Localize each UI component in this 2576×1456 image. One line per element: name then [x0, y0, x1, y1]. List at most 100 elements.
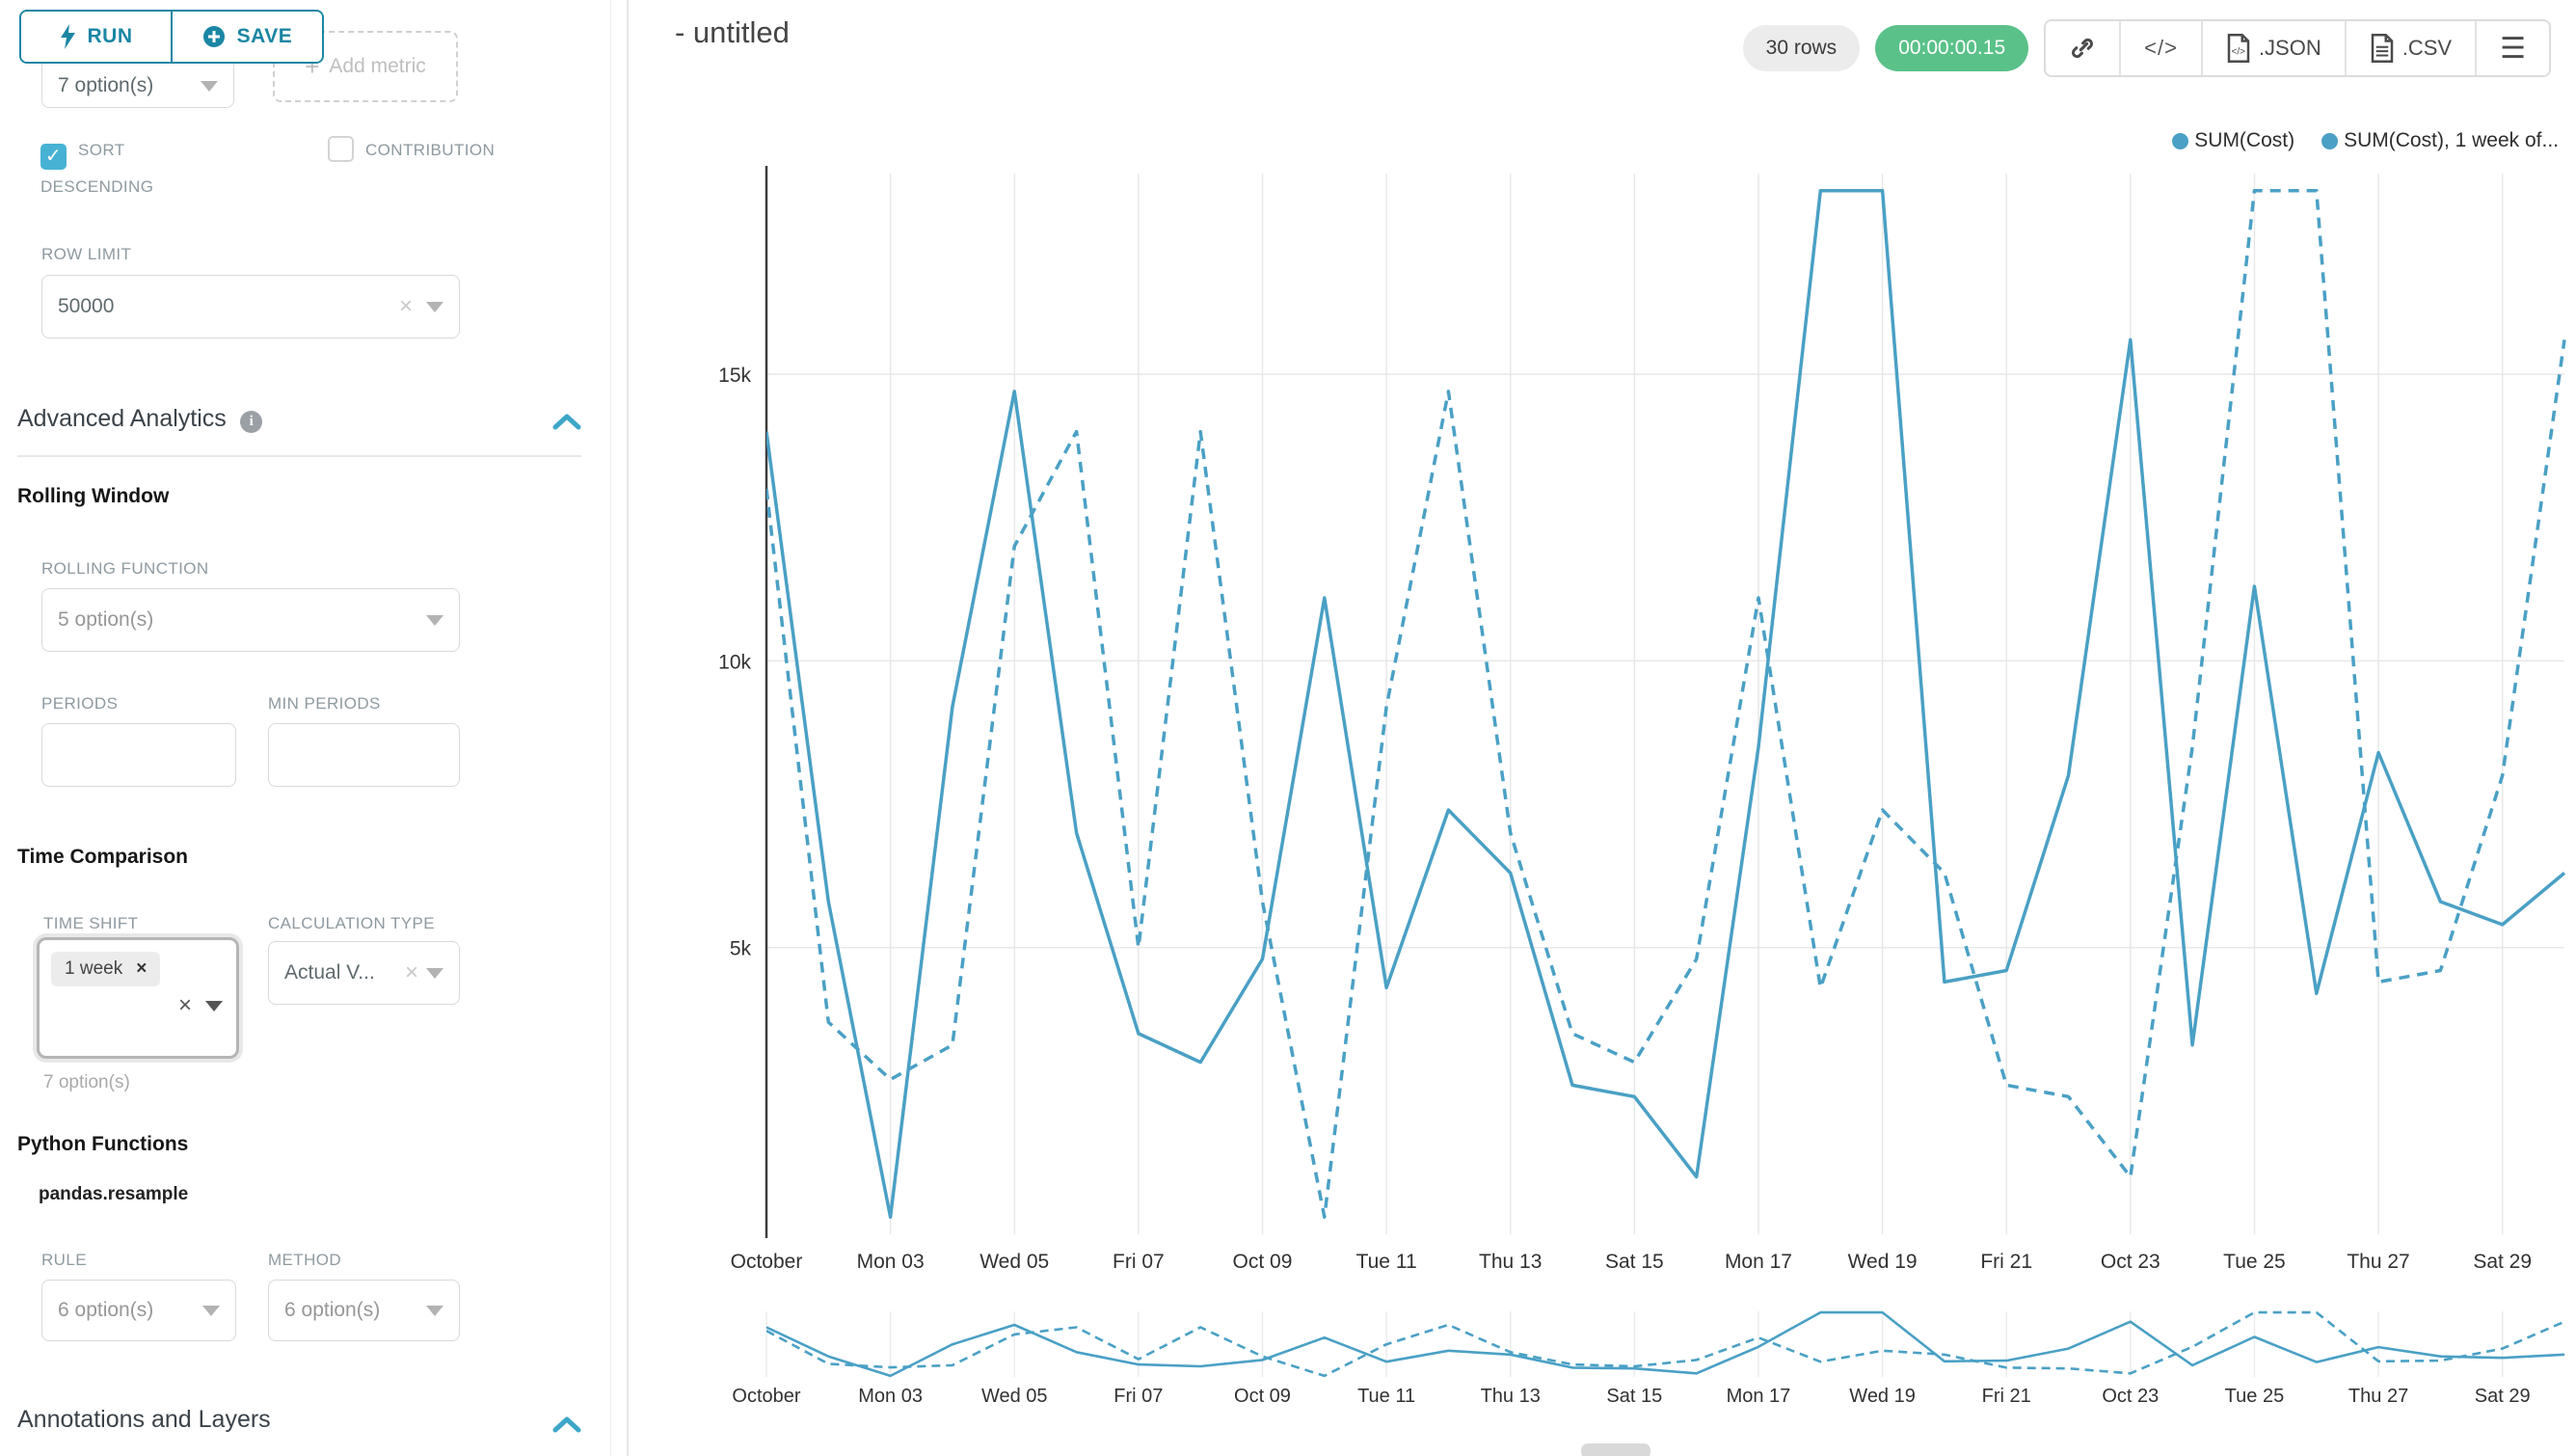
scrollbar-handle[interactable] [1581, 1443, 1650, 1456]
svg-text:Fri 07: Fri 07 [1113, 1251, 1165, 1273]
svg-text:Wed 05: Wed 05 [979, 1251, 1049, 1273]
svg-text:Mon 17: Mon 17 [1727, 1386, 1791, 1407]
chevron-down-icon [426, 615, 443, 626]
info-icon[interactable]: i [240, 411, 262, 433]
svg-text:Oct 09: Oct 09 [1234, 1386, 1291, 1407]
metric-select-value: 7 option(s) [58, 74, 187, 97]
section-divider [17, 455, 581, 457]
method-label: METHOD [268, 1251, 341, 1270]
svg-text:October: October [732, 1386, 800, 1407]
export-json-label: .JSON [2259, 36, 2321, 61]
svg-text:Thu 27: Thu 27 [2348, 1386, 2408, 1407]
svg-text:15k: 15k [718, 364, 751, 387]
legend-item-sum-cost-offset[interactable]: SUM(Cost), 1 week of... [2321, 129, 2559, 152]
svg-text:Mon 03: Mon 03 [857, 1251, 925, 1273]
svg-text:Mon 03: Mon 03 [858, 1386, 923, 1407]
time-shift-tag-label: 1 week [65, 958, 122, 980]
python-functions-title: Python Functions [17, 1133, 188, 1156]
legend-dot [2172, 133, 2188, 149]
sort-descending-checkbox[interactable]: ✓ [40, 144, 67, 170]
contribution-checkbox[interactable] [328, 136, 354, 162]
svg-text:Thu 13: Thu 13 [1481, 1386, 1541, 1407]
svg-text:Mon 17: Mon 17 [1725, 1251, 1792, 1273]
clear-icon[interactable]: × [178, 992, 192, 1019]
annotations-section-header[interactable]: Annotations and Layers [17, 1406, 581, 1434]
svg-text:Sat 29: Sat 29 [2473, 1251, 2532, 1273]
clear-icon[interactable]: × [405, 961, 418, 984]
svg-text:Thu 27: Thu 27 [2347, 1251, 2409, 1273]
method-value: 6 option(s) [284, 1299, 413, 1322]
svg-text:Fri 21: Fri 21 [1982, 1386, 2031, 1407]
export-csv-button[interactable]: .CSV [2345, 21, 2475, 75]
svg-text:October: October [731, 1251, 803, 1273]
row-limit-select[interactable]: 50000 × [41, 275, 460, 338]
chevron-up-icon[interactable] [552, 413, 581, 430]
legend-label: SUM(Cost) [2194, 129, 2294, 152]
pandas-resample-label: pandas.resample [39, 1184, 188, 1205]
panel-gutter [610, 0, 611, 1456]
legend-dot [2321, 133, 2338, 149]
chevron-down-icon [426, 302, 443, 312]
run-button[interactable]: RUN [21, 12, 171, 62]
time-shift-helper: 7 option(s) [43, 1072, 130, 1093]
periods-label: PERIODS [41, 694, 118, 714]
chevron-up-icon[interactable] [552, 1416, 581, 1433]
share-link-button[interactable] [2046, 21, 2119, 75]
time-shift-tag[interactable]: 1 week × [51, 952, 160, 986]
svg-text:Oct 23: Oct 23 [2101, 1251, 2160, 1273]
chevron-down-icon [426, 968, 443, 979]
save-button[interactable]: SAVE [171, 12, 322, 62]
svg-text:Oct 09: Oct 09 [1233, 1251, 1293, 1273]
min-periods-input[interactable] [268, 723, 460, 787]
svg-text:Tue 25: Tue 25 [2225, 1386, 2285, 1407]
chart-title[interactable]: - untitled [675, 15, 790, 50]
query-timer-badge: 00:00:00.15 [1875, 25, 2028, 71]
menu-icon: ☰ [2500, 32, 2526, 66]
chevron-down-icon [201, 81, 218, 92]
svg-text:Sat 15: Sat 15 [1606, 1386, 1662, 1407]
rolling-function-select[interactable]: 5 option(s) [41, 588, 460, 652]
plus-circle-icon [202, 25, 226, 48]
legend-item-sum-cost[interactable]: SUM(Cost) [2172, 129, 2294, 152]
sort-descending-control: ✓SORT DESCENDING [40, 133, 224, 203]
export-button-group: </> </> .JSON .CSV ☰ [2044, 19, 2551, 77]
contribution-label: CONTRIBUTION [365, 141, 495, 159]
control-panel: 7 option(s) + Add metric RUN SAV [0, 0, 629, 1456]
run-save-button-group: RUN SAVE [19, 10, 324, 64]
time-shift-label: TIME SHIFT [43, 914, 138, 933]
method-select[interactable]: 6 option(s) [268, 1280, 460, 1341]
svg-text:Tue 25: Tue 25 [2223, 1251, 2286, 1273]
run-button-label: RUN [88, 25, 133, 48]
remove-tag-icon[interactable]: × [136, 958, 147, 980]
export-json-button[interactable]: </> .JSON [2201, 21, 2345, 75]
clear-icon[interactable]: × [399, 295, 413, 318]
row-count-badge: 30 rows [1743, 25, 1861, 71]
explore-screen: 7 option(s) + Add metric RUN SAV [0, 0, 2576, 1456]
save-button-label: SAVE [237, 25, 293, 48]
periods-input[interactable] [41, 723, 236, 787]
more-options-button[interactable]: ☰ [2475, 21, 2549, 75]
calculation-type-value: Actual V... [284, 961, 401, 984]
add-metric-label: Add metric [329, 55, 425, 78]
chevron-down-icon [205, 1001, 223, 1011]
timeseries-line-chart[interactable]: OctoberMon 03Wed 05Fri 07Oct 09Tue 11Thu… [704, 154, 2576, 1287]
link-icon [2069, 35, 2096, 62]
contribution-control: CONTRIBUTION [328, 133, 598, 167]
rule-label: RULE [41, 1251, 87, 1270]
check-icon: ✓ [45, 140, 62, 174]
legend-label: SUM(Cost), 1 week of... [2344, 129, 2559, 152]
svg-text:Tue 11: Tue 11 [1357, 1386, 1415, 1407]
chevron-down-icon [426, 1306, 443, 1316]
view-query-button[interactable]: </> [2119, 21, 2201, 75]
rule-select[interactable]: 6 option(s) [41, 1280, 236, 1341]
mini-preview-chart[interactable]: OctoberMon 03Wed 05Fri 07Oct 09Tue 11Thu… [704, 1304, 2576, 1429]
calculation-type-label: CALCULATION TYPE [268, 914, 435, 933]
rolling-window-title: Rolling Window [17, 485, 169, 508]
annotations-title: Annotations and Layers [17, 1406, 271, 1433]
advanced-analytics-section-header[interactable]: Advanced Analytics i [17, 405, 581, 433]
export-csv-label: .CSV [2402, 36, 2452, 61]
calculation-type-select[interactable]: Actual V... × [268, 941, 460, 1005]
code-icon: </> [2144, 36, 2178, 61]
svg-text:Wed 19: Wed 19 [1849, 1386, 1916, 1407]
time-shift-multiselect[interactable]: 1 week × × [37, 937, 239, 1059]
